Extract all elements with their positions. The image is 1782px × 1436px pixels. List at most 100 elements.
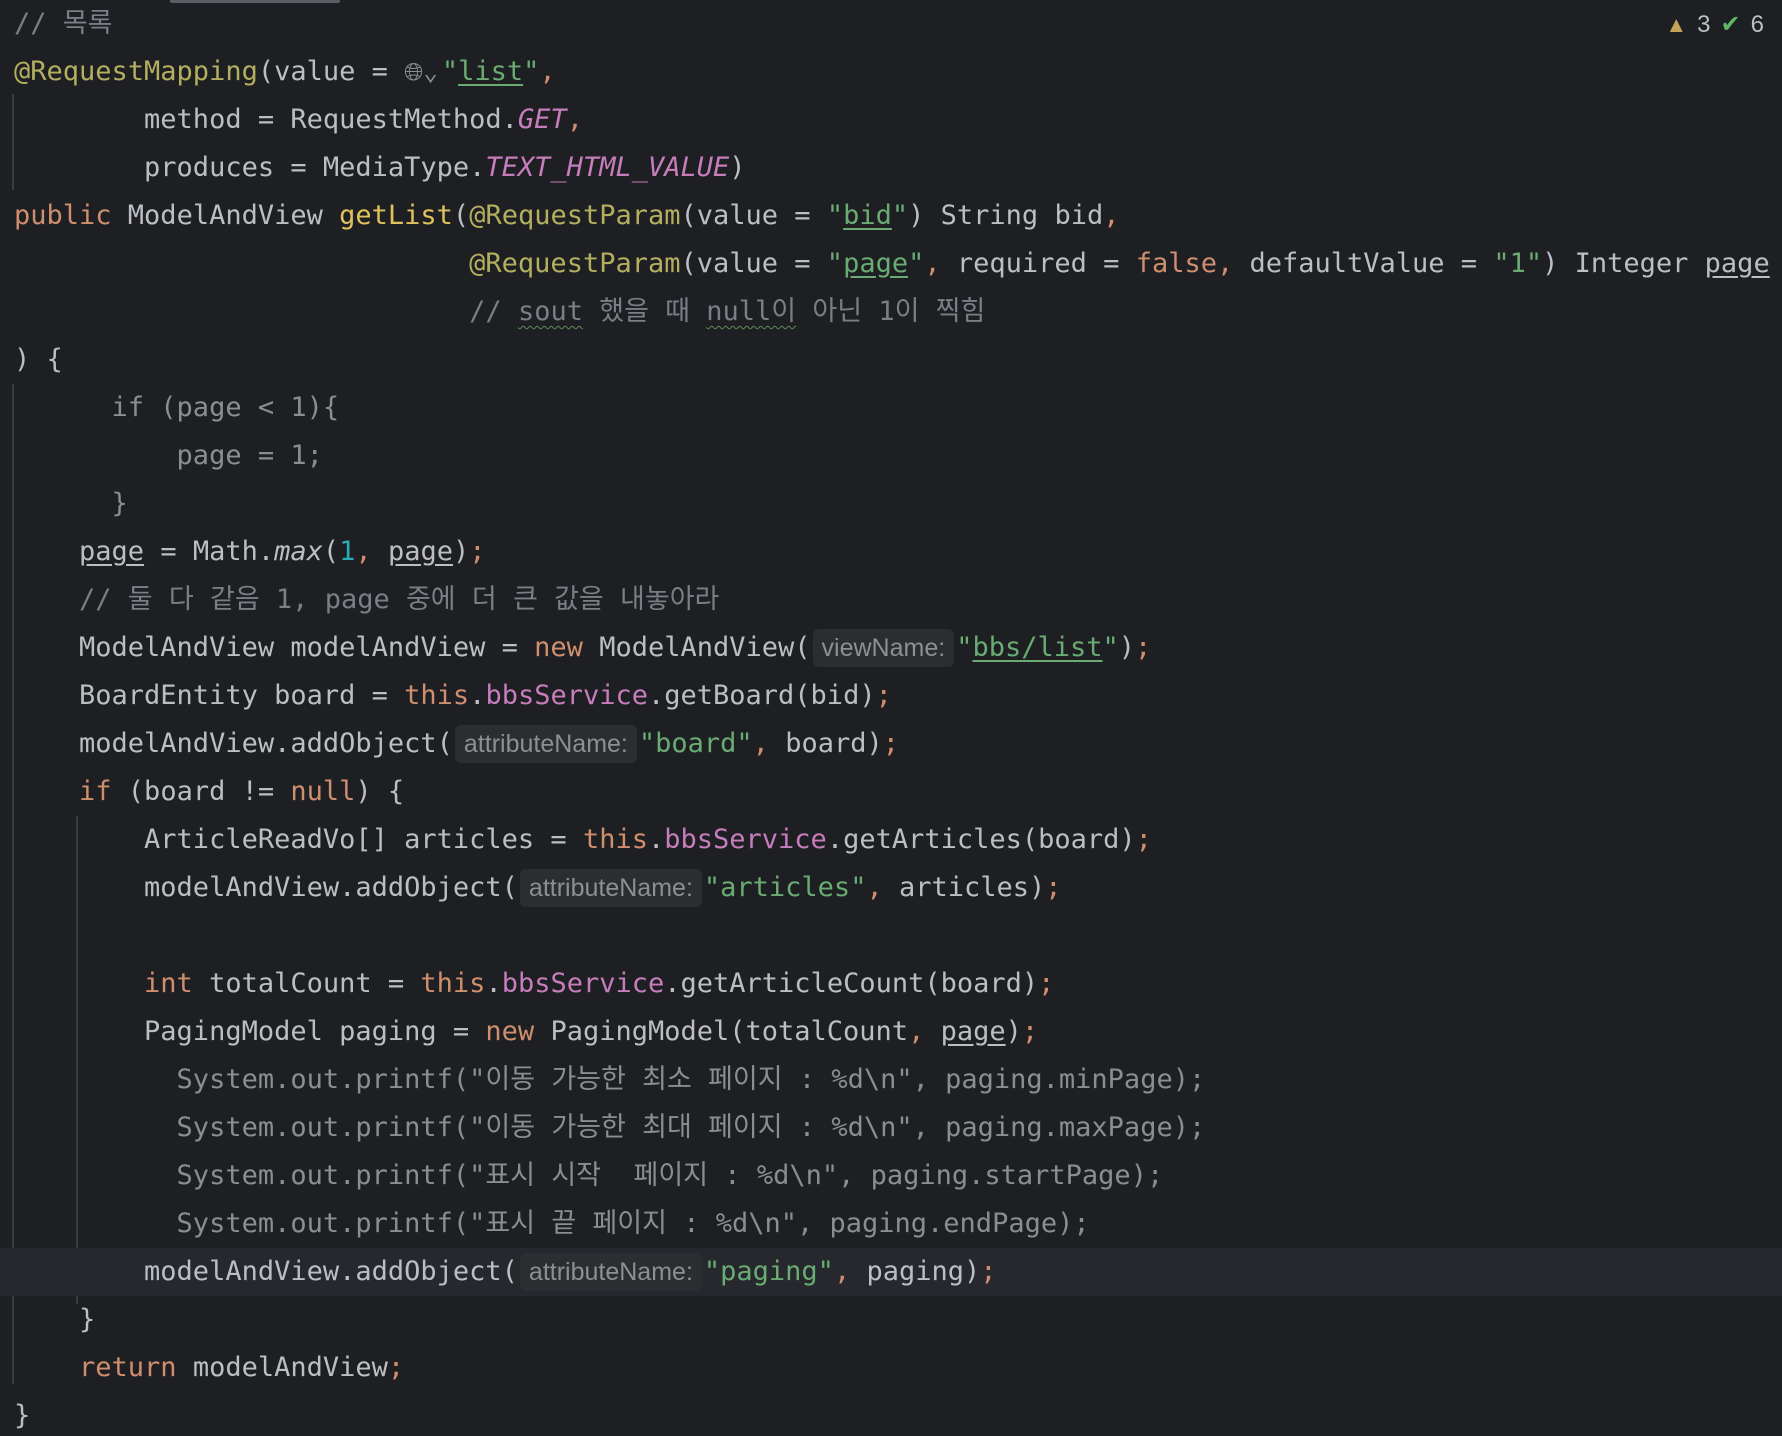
code-line[interactable]: produces = MediaType.TEXT_HTML_VALUE) [0,144,1782,192]
punctuation: , [752,728,786,759]
string-quote: " [1102,632,1119,663]
variable: page [79,536,145,567]
punctuation: , [1103,200,1120,231]
static-method: max [274,536,323,567]
code-line[interactable]: // 둘 다 같음 1, page 중에 더 큰 값을 내놓아라 [0,576,1782,624]
code-line[interactable]: ModelAndView modelAndView = new ModelAnd… [0,624,1782,672]
parameter-hint: attributeName: [454,725,637,763]
keyword: this [404,680,470,711]
code-text: .getBoard(bid) [648,680,876,711]
code-text: method = RequestMethod. [14,104,518,135]
punctuation: ; [882,728,899,759]
code-text: ArticleReadVo[] articles = [14,824,583,855]
code-text: ( [322,536,340,567]
code-line[interactable]: System.out.printf("표시 끝 페이지 : %d\n", pag… [0,1200,1782,1248]
punctuation: , [924,248,957,279]
code-line[interactable]: System.out.printf("이동 가능한 최대 페이지 : %d\n"… [0,1104,1782,1152]
keyword: this [582,824,648,855]
code-line-current[interactable]: modelAndView.addObject(attributeName: "pa… [0,1248,1782,1296]
code-editor[interactable]: ▲ 3 ✔ 6 // 목록 @RequestMapping(value = 🌐︎… [0,0,1782,1436]
comment: // [469,296,518,327]
punctuation: , [355,536,388,567]
globe-icon[interactable]: 🌐︎⌄ [404,48,438,96]
code-line-empty[interactable] [0,912,1782,960]
keyword: new [534,632,583,663]
punctuation: , [1216,248,1250,279]
constant: TEXT_HTML_VALUE [485,152,730,183]
string-value: bid [843,200,892,231]
code-text: ModelAndView modelAndView = [14,632,535,663]
code-text: modelAndView.addObject( [14,728,453,759]
keyword: false [1135,248,1217,279]
field: bbsService [664,824,827,855]
code-text: } [14,1304,96,1335]
code-text: paging) [866,1256,981,1287]
code-line[interactable]: ) { [0,336,1782,384]
keyword: this [420,968,486,999]
code-line[interactable]: ArticleReadVo[] articles = this.bbsServi… [0,816,1782,864]
code-text: . [647,824,665,855]
string-quote: " [891,200,909,231]
keyword: null [290,776,356,807]
keyword: new [485,1016,535,1047]
code-line[interactable]: method = RequestMethod.GET, [0,96,1782,144]
code-line[interactable]: } [0,1392,1782,1436]
string-value: "board" [638,728,753,759]
string-quote: " [956,632,973,663]
code-text: ) Integer [1542,248,1705,279]
code-line[interactable]: System.out.printf("이동 가능한 최소 페이지 : %d\n"… [0,1056,1782,1104]
code-line[interactable]: // sout 했을 때 null이 아닌 1이 찍힘 [0,288,1782,336]
code-line[interactable]: return modelAndView; [0,1344,1782,1392]
code-line[interactable]: @RequestParam(value = "page", required =… [0,240,1782,288]
field: bbsService [501,968,665,999]
annotation: @RequestMapping [14,56,258,87]
punctuation: ; [875,680,892,711]
code-line[interactable]: modelAndView.addObject(attributeName: "ar… [0,864,1782,912]
code-line[interactable]: if (board != null) { [0,768,1782,816]
code-text: .getArticles(board) [826,824,1136,855]
code-text: modelAndView.addObject( [14,1256,518,1287]
code-line[interactable]: public ModelAndView getList(@RequestPara… [0,192,1782,240]
code-line[interactable]: modelAndView.addObject(attributeName: "bo… [0,720,1782,768]
variable: page [387,536,453,567]
parameter-hint: attributeName: [519,1253,702,1291]
code-line[interactable]: PagingModel paging = new PagingModel(tot… [0,1008,1782,1056]
url-string[interactable]: list [458,56,523,87]
comment-typo: null이 [706,296,797,327]
code-line[interactable]: BoardEntity board = this.bbsService.getB… [0,672,1782,720]
punctuation: , [566,104,583,135]
comment-typo: sout [517,296,583,327]
code-line[interactable]: } [0,480,1782,528]
string-value: page [843,248,909,279]
code-line[interactable]: page = 1; [0,432,1782,480]
string-quote: " [523,56,540,87]
punctuation: , [866,872,899,903]
punctuation: ; [1021,1016,1039,1047]
code-text: required = [956,248,1136,279]
code-line[interactable]: if (page < 1){ [0,384,1782,432]
code-line[interactable]: page = Math.max(1, page); [0,528,1782,576]
code-text: modelAndView.addObject( [14,872,518,903]
code-text: BoardEntity board = [14,680,405,711]
code-text: (board != [111,776,291,807]
parameter-hint: viewName: [812,629,955,667]
code-text: } [14,1400,31,1431]
annotation: @RequestParam [469,248,681,279]
code-line[interactable]: System.out.printf("표시 시작 페이지 : %d\n", pa… [0,1152,1782,1200]
keyword: return [79,1352,177,1383]
code-line[interactable]: } [0,1296,1782,1344]
code-text: modelAndView [176,1352,388,1383]
code-line[interactable]: @RequestMapping(value = 🌐︎⌄ "list", [0,48,1782,96]
view-path-string[interactable]: bbs/list [972,632,1102,663]
code-line[interactable]: int totalCount = this.bbsService.getArti… [0,960,1782,1008]
code-text: ) [1005,1016,1022,1047]
code-line[interactable]: // 목록 [0,0,1782,48]
code-text: .getArticleCount(board) [664,968,1039,999]
code-text: articles) [898,872,1046,903]
code-text: System.out.printf("표시 시작 페이지 : %d\n", pa… [14,1160,1164,1191]
number: 1 [339,536,356,567]
code-text: defaultValue = [1249,248,1494,279]
